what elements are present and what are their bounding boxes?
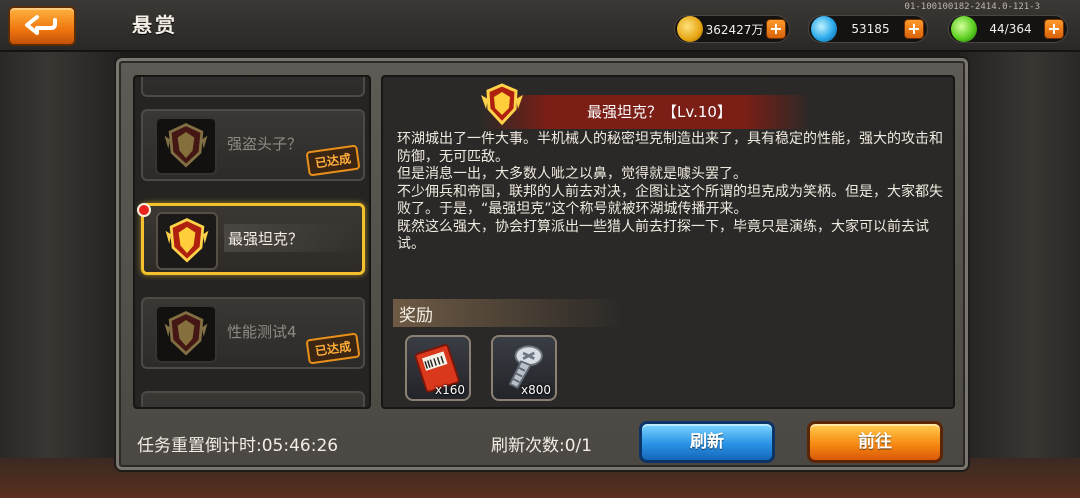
top-bar: 悬赏 01-100100182-2414.0-121-3 362427万 + 5… bbox=[0, 0, 1080, 52]
shield-emblem-icon bbox=[156, 212, 218, 270]
completed-stamp: 已达成 bbox=[305, 144, 361, 177]
task-detail: 最强坦克？【Lv.10】 环湖城出了一件大事。半机械人的秘密坦克制造出来了，具有… bbox=[381, 75, 955, 409]
task-card[interactable]: 强盗头子？ 已达成 bbox=[141, 109, 365, 181]
diamond-resource: 53185 + bbox=[808, 15, 928, 43]
version-string: 01-100100182-2414.0-121-3 bbox=[904, 2, 1040, 12]
task-card-partial-bottom[interactable] bbox=[141, 391, 365, 407]
task-list[interactable]: 强盗头子？ 已达成 最强坦克？ 性能测试4 已达成 bbox=[133, 75, 371, 409]
task-card[interactable]: 性能测试4 已达成 bbox=[141, 297, 365, 369]
completed-stamp: 已达成 bbox=[305, 332, 361, 365]
add-diamond-button[interactable]: + bbox=[904, 19, 924, 39]
gold-resource: 362427万 + bbox=[674, 15, 790, 43]
task-card-partial-top[interactable] bbox=[141, 77, 365, 97]
detail-title: 最强坦克？【Lv.10】 bbox=[587, 103, 732, 121]
bounty-panel: 强盗头子？ 已达成 最强坦克？ 性能测试4 已达成 最强坦克？【Lv.10】 环… bbox=[116, 58, 968, 470]
background-left-wall bbox=[0, 0, 120, 498]
shield-emblem-icon bbox=[481, 83, 523, 126]
description-paragraph: 但是消息一出，大多数人呲之以鼻，觉得就是噱头罢了。 bbox=[397, 166, 747, 182]
refresh-count: 刷新次数:0/1 bbox=[491, 436, 593, 456]
shield-emblem-icon bbox=[155, 117, 217, 175]
task-name: 最强坦克？ bbox=[228, 230, 304, 248]
task-name: 性能测试4 bbox=[227, 323, 297, 341]
blue-gem-icon bbox=[811, 16, 837, 42]
back-arrow-icon bbox=[25, 15, 57, 35]
reset-countdown: 任务重置倒计时:05:46:26 bbox=[137, 436, 339, 456]
refresh-button[interactable]: 刷新 bbox=[639, 421, 775, 463]
reward-label: 奖励 bbox=[399, 306, 433, 326]
task-card-selected[interactable]: 最强坦克？ bbox=[141, 203, 365, 275]
shield-emblem-icon bbox=[155, 305, 217, 363]
description-paragraph: 不少佣兵和帝国，联邦的人前去对决，企图让这个所谓的坦克成为笑柄。但是，大家都失败… bbox=[397, 183, 943, 218]
go-button[interactable]: 前往 bbox=[807, 421, 943, 463]
reward-item[interactable]: x800 bbox=[491, 335, 557, 401]
reward-quantity: x160 bbox=[434, 383, 465, 397]
reward-item[interactable]: x160 bbox=[405, 335, 471, 401]
reward-quantity: x800 bbox=[520, 383, 551, 397]
add-gold-button[interactable]: + bbox=[766, 19, 786, 39]
energy-resource: 44/364 + bbox=[948, 15, 1068, 43]
add-energy-button[interactable]: + bbox=[1044, 19, 1064, 39]
back-button[interactable] bbox=[8, 6, 76, 46]
green-crystal-icon bbox=[951, 16, 977, 42]
detail-description: 环湖城出了一件大事。半机械人的秘密坦克制造出来了，具有稳定的性能，强大的攻击和防… bbox=[397, 131, 945, 254]
page-title: 悬赏 bbox=[132, 13, 178, 37]
new-notification-dot bbox=[137, 203, 151, 217]
background-right-wall bbox=[960, 0, 1080, 498]
energy-value: 44/364 bbox=[989, 22, 1032, 36]
description-paragraph: 既然这么强大，协会打算派出一些猎人前去打探一下，毕竟只是演练，大家可以前去试试。 bbox=[397, 218, 929, 253]
diamond-value: 53185 bbox=[851, 22, 890, 36]
gold-coin-icon bbox=[677, 16, 703, 42]
task-name: 强盗头子？ bbox=[227, 135, 303, 153]
description-paragraph: 环湖城出了一件大事。半机械人的秘密坦克制造出来了，具有稳定的性能，强大的攻击和防… bbox=[397, 131, 943, 165]
gold-value: 362427万 bbox=[705, 22, 764, 37]
